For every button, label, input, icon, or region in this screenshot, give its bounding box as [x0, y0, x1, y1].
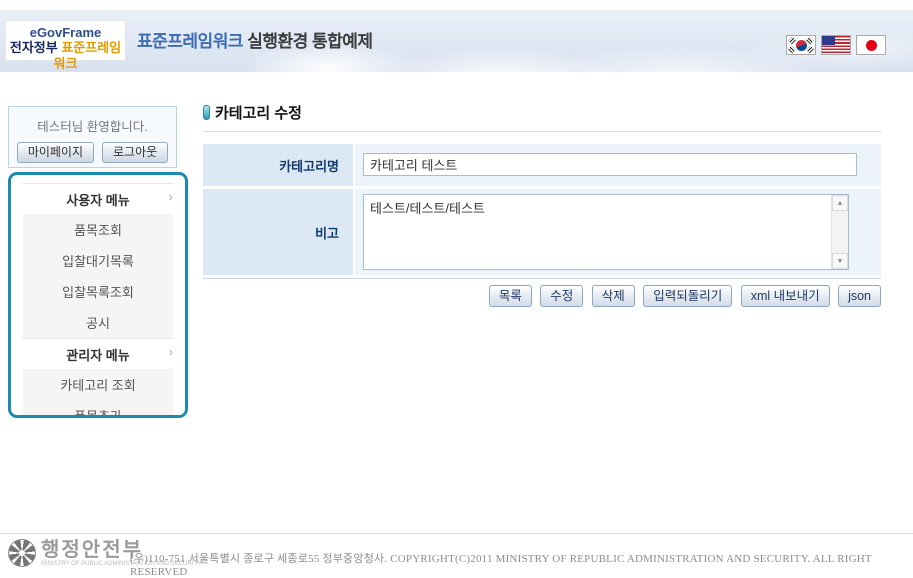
category-name-field-cell [355, 144, 881, 186]
title-divider [203, 131, 881, 132]
note-textarea[interactable]: 테스트/테스트/테스트 ▲ ▼ [363, 194, 849, 270]
korea-flag-icon[interactable] [786, 35, 816, 55]
sidebar-item-bid-list[interactable]: 입찰목록조회 [23, 276, 173, 307]
trigram-mark [806, 37, 814, 45]
note-textarea-value: 테스트/테스트/테스트 [364, 195, 848, 217]
admin-menu-items: 카테고리 조회 품목추가 납품목록 조회 [23, 369, 173, 418]
note-field-cell: 테스트/테스트/테스트 ▲ ▼ [355, 189, 881, 275]
sidebar-menu: 사용자 메뉴 › 품목조회 입찰대기목록 입찰목록조회 공시 관리자 메뉴 › … [8, 172, 188, 418]
egovframe-logo[interactable]: eGovFrame 전자정부 표준프레임워크 [5, 20, 126, 61]
scrollbar-up-icon[interactable]: ▲ [832, 195, 848, 211]
reset-input-button[interactable]: 입력되돌리기 [643, 285, 732, 307]
note-label: 비고 [203, 189, 353, 275]
form-table-bottom-border [203, 278, 881, 279]
category-edit-form: 카테고리명 비고 테스트/테스트/테스트 ▲ ▼ [203, 144, 881, 279]
menu-section-admin-label: 관리자 메뉴 [66, 348, 129, 363]
update-button[interactable]: 수정 [540, 285, 583, 307]
sidebar-item-item-add[interactable]: 품목추가 [23, 400, 173, 418]
chevron-right-icon: › [169, 189, 173, 204]
page-footer: 행정안전부 MINISTRY OF PUBLIC ADMINISTRATION … [0, 534, 913, 576]
mypage-button[interactable]: 마이페이지 [17, 142, 94, 163]
header-title-highlight: 표준프레임워크 [137, 32, 243, 51]
json-button[interactable]: json [838, 285, 881, 307]
user-menu-items: 품목조회 입찰대기목록 입찰목록조회 공시 [23, 214, 173, 338]
sidebar-item-bid-wait-list[interactable]: 입찰대기목록 [23, 245, 173, 276]
menu-section-admin[interactable]: 관리자 메뉴 › [23, 338, 173, 369]
welcome-buttons: 마이페이지 로그아웃 [9, 142, 176, 163]
trigram-mark [806, 46, 814, 54]
scrollbar-down-icon[interactable]: ▼ [832, 253, 848, 269]
logo-line2: 전자정부 표준프레임워크 [6, 40, 125, 72]
menu-section-user-label: 사용자 메뉴 [66, 193, 129, 208]
title-bullet-icon [203, 105, 210, 120]
japan-flag-icon[interactable] [856, 35, 886, 55]
textarea-scrollbar[interactable]: ▲ ▼ [831, 195, 848, 269]
footer-address: (우)110-751 서울특별시 종로구 세종로55 정부중앙청사. COPYR… [130, 550, 913, 578]
sidebar-item-notice[interactable]: 공시 [23, 307, 173, 338]
us-flag-canton [822, 36, 835, 45]
page-title-text: 카테고리 수정 [215, 105, 302, 122]
page-header: eGovFrame 전자정부 표준프레임워크 표준프레임워크 실행환경 통합예제 [0, 0, 913, 72]
government-emblem-icon [8, 539, 36, 567]
category-name-row: 카테고리명 [203, 144, 881, 186]
header-title-rest: 실행환경 통합예제 [243, 32, 373, 51]
us-flag-icon[interactable] [821, 35, 851, 55]
sidebar-item-item-search[interactable]: 품목조회 [23, 214, 173, 245]
list-button[interactable]: 목록 [489, 285, 532, 307]
japan-flag-circle [866, 40, 877, 51]
category-name-input[interactable] [363, 153, 857, 176]
welcome-message: 테스터님 환영합니다. [9, 116, 176, 135]
page-title: 카테고리 수정 [203, 102, 302, 123]
language-flags [786, 35, 886, 55]
sidebar-item-category-search[interactable]: 카테고리 조회 [23, 369, 173, 400]
action-buttons: 목록 수정 삭제 입력되돌리기 xml 내보내기 json [203, 285, 881, 307]
logo-line1: eGovFrame [6, 25, 125, 40]
menu-section-user[interactable]: 사용자 메뉴 › [23, 183, 173, 214]
note-row: 비고 테스트/테스트/테스트 ▲ ▼ [203, 189, 881, 275]
category-name-label: 카테고리명 [203, 144, 353, 186]
delete-button[interactable]: 삭제 [592, 285, 635, 307]
logout-button[interactable]: 로그아웃 [102, 142, 168, 163]
chevron-right-icon: › [169, 344, 173, 359]
page-header-title: 표준프레임워크 실행환경 통합예제 [137, 27, 373, 52]
xml-export-button[interactable]: xml 내보내기 [741, 285, 830, 307]
trigram-mark [788, 37, 796, 45]
trigram-mark [788, 46, 796, 54]
logo-frame-text: 표준프레임워크 [54, 40, 122, 71]
welcome-box: 테스터님 환영합니다. 마이페이지 로그아웃 [8, 106, 177, 168]
logo-gov-text: 전자정부 [10, 40, 58, 55]
